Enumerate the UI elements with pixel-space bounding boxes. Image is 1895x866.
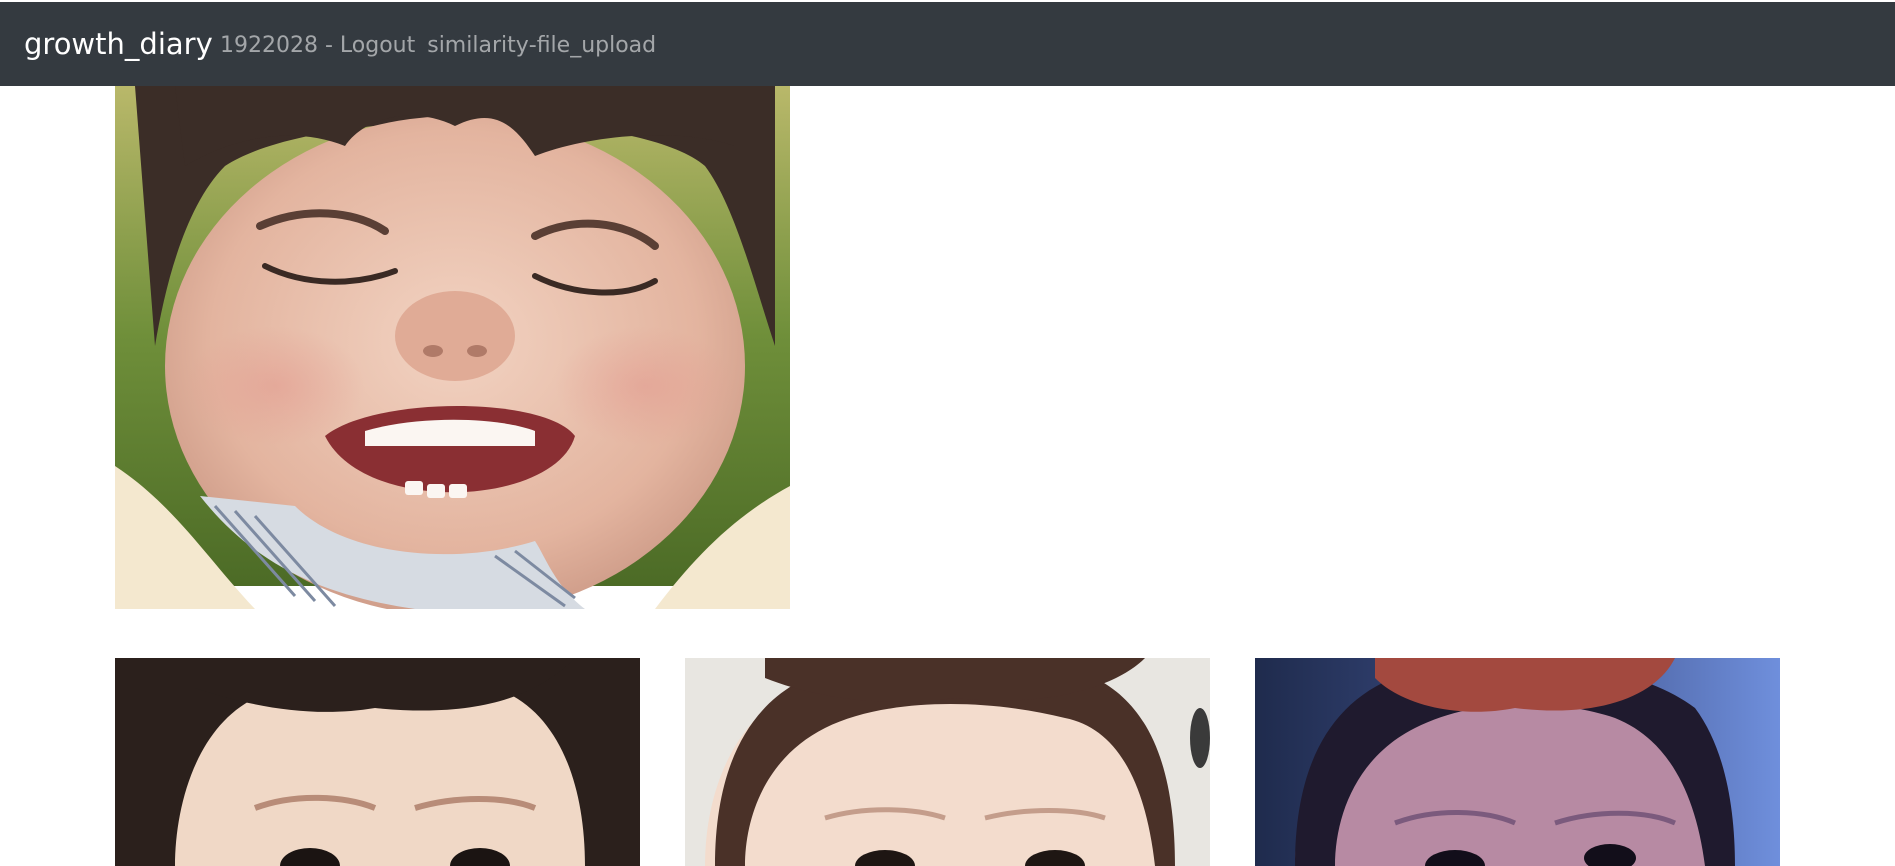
user-id-text: 1922028 - — [220, 33, 340, 58]
similarity-link[interactable]: similarity — [427, 32, 529, 60]
thumbnail-1-image — [115, 658, 640, 866]
thumbnail-photo-3[interactable] — [1255, 658, 1780, 866]
top-navbar: growth_diary 1922028 - Logout similarity… — [0, 2, 1895, 86]
main-photo[interactable] — [115, 86, 790, 609]
thumbnail-photo-1[interactable] — [115, 658, 640, 866]
brand-link[interactable]: growth_diary — [24, 26, 213, 62]
logout-link[interactable]: Logout — [340, 32, 415, 60]
nav-links: 1922028 - Logout similarity -file_upload — [220, 32, 656, 60]
thumbnail-2-image — [685, 658, 1210, 866]
thumbnail-3-image — [1255, 658, 1780, 866]
thumbnail-photo-2[interactable] — [685, 658, 1210, 866]
file-upload-link[interactable]: -file_upload — [529, 32, 656, 60]
main-photo-image — [115, 86, 790, 609]
